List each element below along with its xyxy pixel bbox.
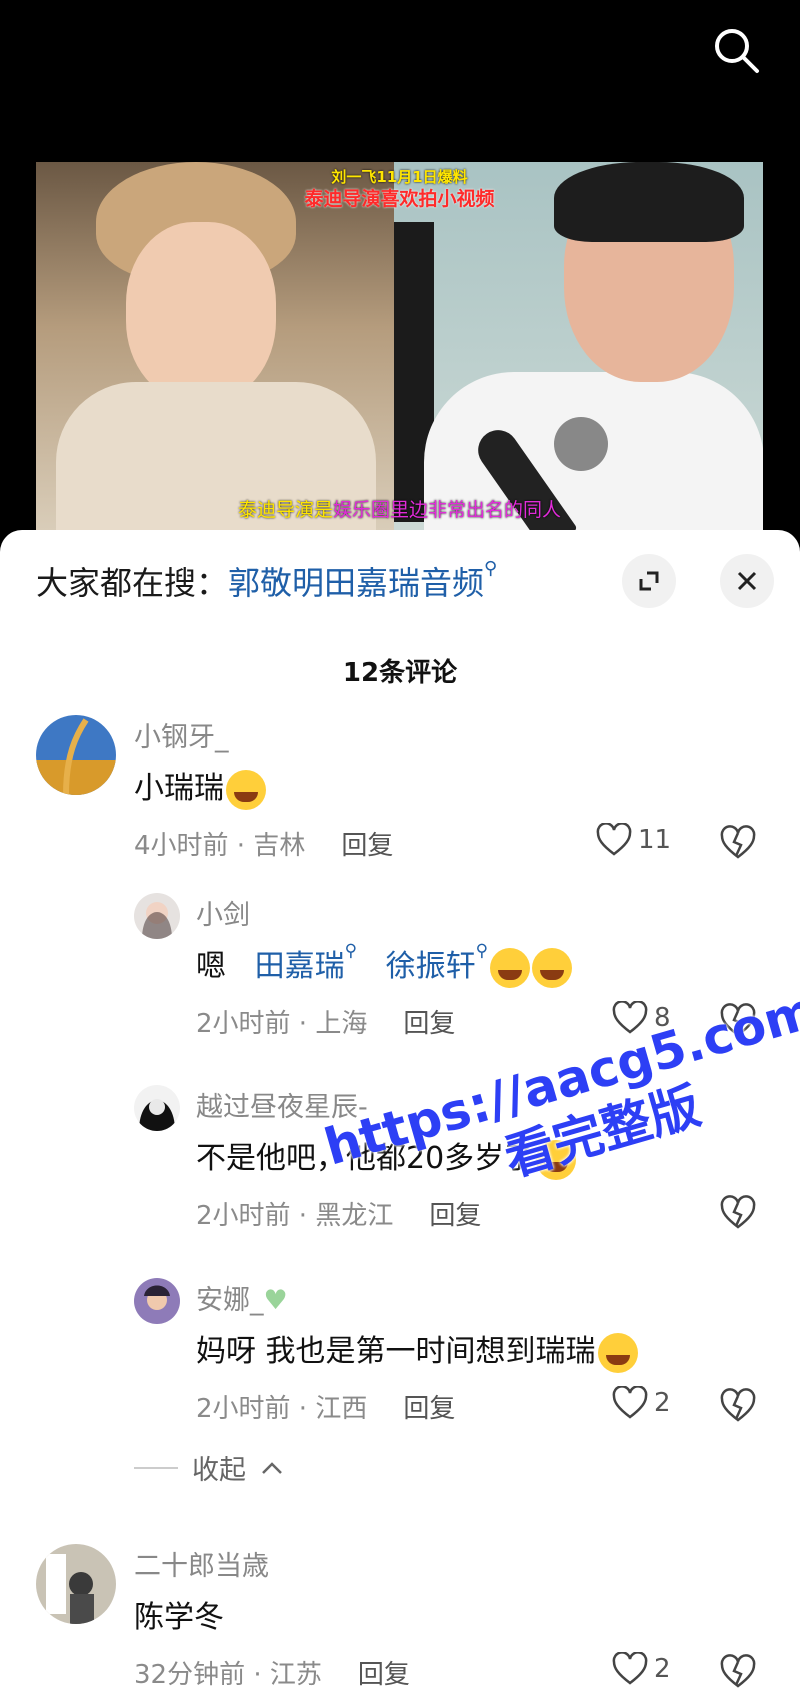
like-button[interactable]: 2: [612, 1652, 671, 1686]
green-heart-icon: ♥: [263, 1285, 288, 1316]
divider: [134, 1466, 178, 1469]
dislike-heart-icon[interactable]: [720, 1388, 756, 1424]
like-count: 11: [638, 825, 672, 855]
avatar[interactable]: [134, 1278, 180, 1324]
comment-username[interactable]: 小剑: [196, 893, 250, 932]
like-button[interactable]: 2: [612, 1386, 671, 1420]
search-icon[interactable]: [710, 24, 762, 76]
trending-search-prefix: 大家都在搜：: [36, 564, 229, 602]
close-button[interactable]: [720, 554, 774, 608]
avatar[interactable]: [134, 1085, 180, 1131]
video-caption-bottom: 泰迪导演是娱乐圈里边非常出名的同人: [237, 499, 562, 521]
avatar[interactable]: [134, 893, 180, 939]
comment-count: 12条评论: [342, 658, 458, 688]
collapse-label: 收起: [192, 1455, 246, 1486]
dislike-heart-icon[interactable]: [720, 1654, 756, 1690]
mention-link[interactable]: 田嘉瑞: [255, 949, 345, 984]
mention-link[interactable]: 徐振轩: [386, 949, 476, 984]
avatar[interactable]: [36, 1544, 116, 1624]
close-icon: [737, 571, 757, 591]
trending-search-link[interactable]: 郭敬明田嘉瑞音频: [228, 564, 484, 602]
emoji-icon: [597, 1332, 638, 1373]
reply-button[interactable]: 回复: [341, 831, 393, 861]
reply-button[interactable]: 回复: [403, 1394, 455, 1424]
comment-text: 小瑞瑞: [134, 763, 266, 810]
comment-text: 妈呀 我也是第一时间想到瑞瑞: [196, 1326, 638, 1373]
avatar[interactable]: [36, 715, 116, 795]
comment-meta: 4小时前 · 吉林 回复: [134, 831, 394, 861]
like-button[interactable]: 11: [596, 823, 671, 857]
video-player[interactable]: 刘一飞11月1日爆料 泰迪导演喜欢拍小视频 泰迪导演是娱乐圈里边非常出名的同人: [36, 162, 763, 530]
emoji-icon: [532, 947, 573, 988]
reply-button[interactable]: 回复: [403, 1009, 455, 1039]
like-count: 2: [654, 1654, 671, 1684]
heart-icon: [612, 1652, 648, 1685]
collapse-replies-button[interactable]: 收起: [134, 1448, 284, 1487]
video-left-frame: [36, 162, 394, 530]
comment-meta: 32分钟前 · 江苏 回复: [134, 1660, 410, 1690]
comment-username[interactable]: 安娜_♥: [196, 1278, 288, 1317]
reply-button[interactable]: 回复: [358, 1660, 410, 1690]
trending-search: 大家都在搜：郭敬明田嘉瑞音频⚲: [36, 558, 497, 604]
comment-text: 嗯 田嘉瑞⚲ 徐振轩⚲: [196, 941, 573, 988]
like-count: 2: [654, 1388, 671, 1418]
comment-username[interactable]: 小钢牙_: [134, 715, 229, 754]
comment-text: 陈学冬: [134, 1600, 224, 1635]
chevron-up-icon: [262, 1461, 282, 1474]
video-right-frame: [394, 162, 763, 530]
comment-meta: 2小时前 · 江西 回复: [196, 1394, 456, 1424]
search-small-icon: ⚲: [484, 558, 498, 579]
dislike-heart-icon[interactable]: [720, 1195, 756, 1231]
expand-icon: [639, 571, 659, 591]
emoji-icon: [490, 947, 531, 988]
video-caption-top-2: 泰迪导演喜欢拍小视频: [304, 188, 495, 210]
dislike-heart-icon[interactable]: [720, 825, 756, 861]
heart-icon: [612, 1386, 648, 1419]
comment-username[interactable]: 二十郎当歳: [134, 1544, 269, 1583]
expand-button[interactable]: [622, 554, 676, 608]
emoji-icon: [226, 769, 266, 810]
comment-meta: 2小时前 · 上海 回复: [196, 1009, 456, 1039]
heart-icon: [596, 823, 632, 856]
